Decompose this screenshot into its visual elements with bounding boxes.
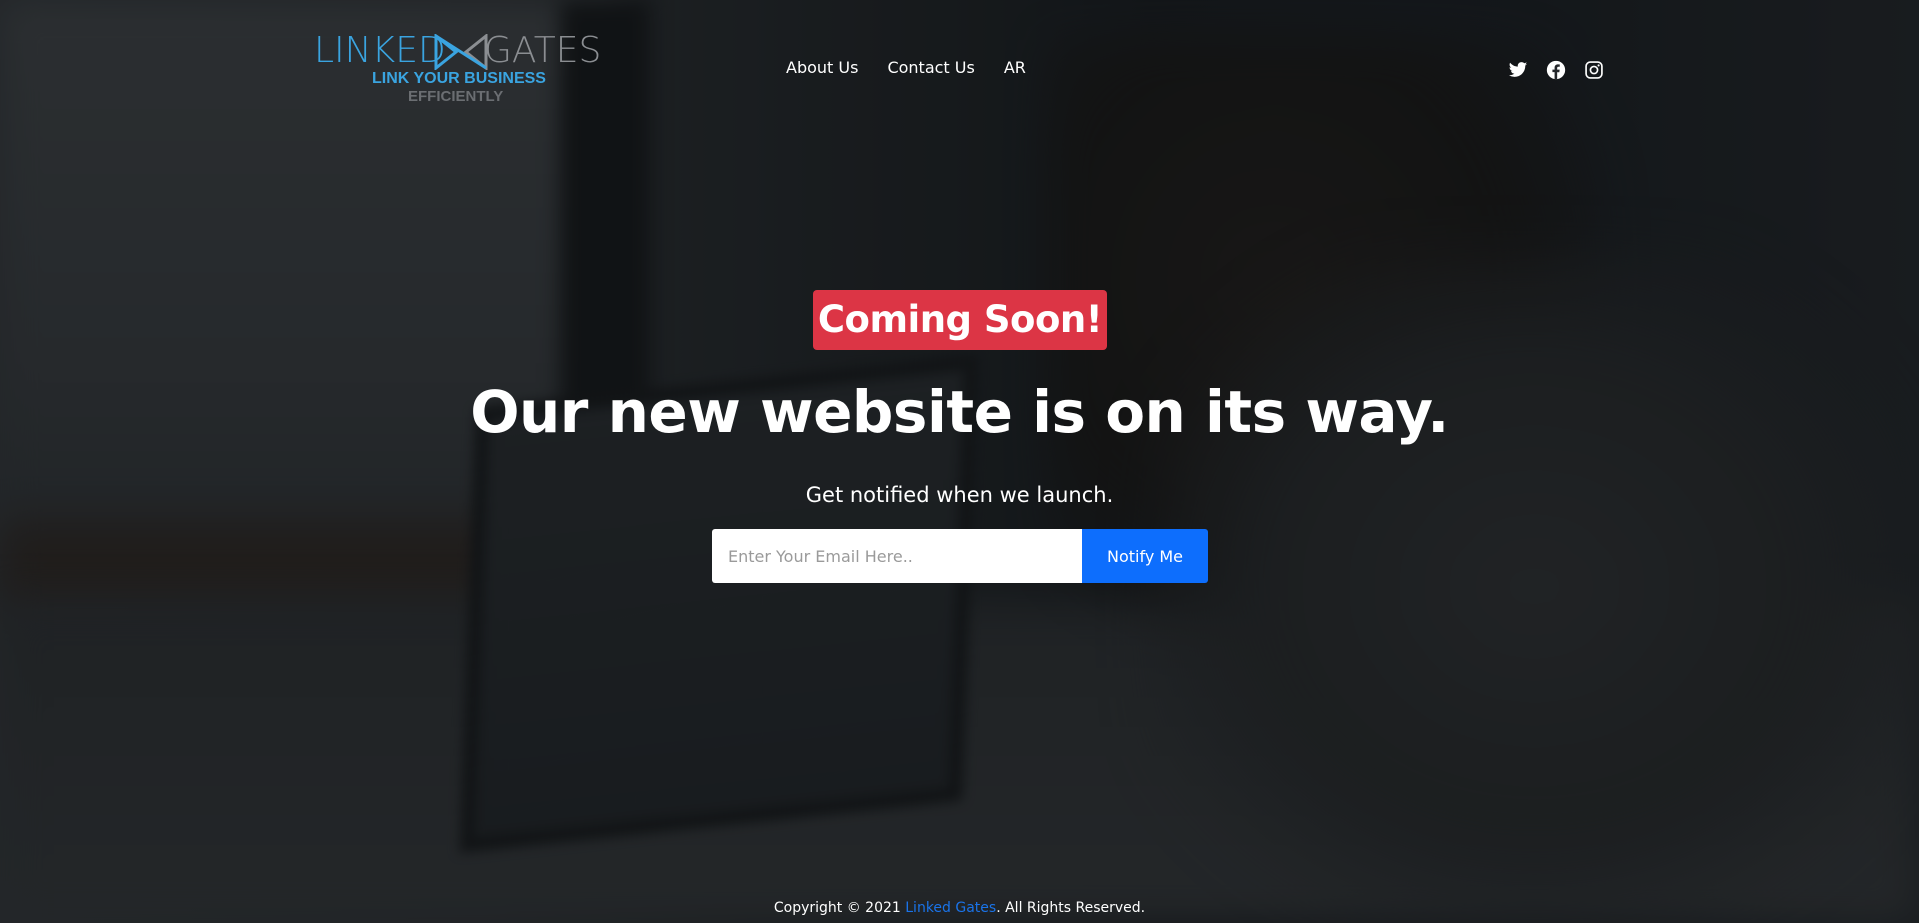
notify-me-button[interactable]: Notify Me xyxy=(1082,529,1208,583)
email-signup-form: Notify Me xyxy=(712,529,1208,583)
nav-language-ar[interactable]: AR xyxy=(1004,58,1026,77)
twitter-icon[interactable] xyxy=(1508,60,1528,80)
logo-word-gates: GATES xyxy=(484,30,602,71)
social-links xyxy=(1508,60,1604,80)
company-link[interactable]: Linked Gates xyxy=(905,900,996,916)
site-logo[interactable]: LINKED GATES LINK YOUR BUSINESS EFFICIEN… xyxy=(312,30,612,110)
logo-word-linked: LINKED xyxy=(314,30,446,71)
page-headline: Our new website is on its way. xyxy=(470,378,1449,446)
email-input[interactable] xyxy=(712,529,1082,583)
main-nav: About Us Contact Us AR xyxy=(786,58,1026,77)
copyright-suffix: . All Rights Reserved. xyxy=(996,900,1146,916)
instagram-icon[interactable] xyxy=(1584,60,1604,80)
copyright-prefix: Copyright © 2021 xyxy=(773,900,906,916)
copyright-footer: Copyright © 2021 Linked Gates. All Right… xyxy=(0,898,1919,918)
facebook-icon[interactable] xyxy=(1546,60,1566,80)
background-photo xyxy=(0,0,1919,923)
notify-subtext: Get notified when we launch. xyxy=(805,483,1114,507)
nav-contact-us[interactable]: Contact Us xyxy=(887,58,974,77)
logo-tagline-secondary: EFFICIENTLY xyxy=(408,88,504,105)
logo-mark-icon xyxy=(434,34,488,70)
logo-tagline: LINK YOUR BUSINESS xyxy=(372,70,546,87)
nav-about-us[interactable]: About Us xyxy=(786,58,858,77)
coming-soon-badge: Coming Soon! xyxy=(813,290,1107,350)
